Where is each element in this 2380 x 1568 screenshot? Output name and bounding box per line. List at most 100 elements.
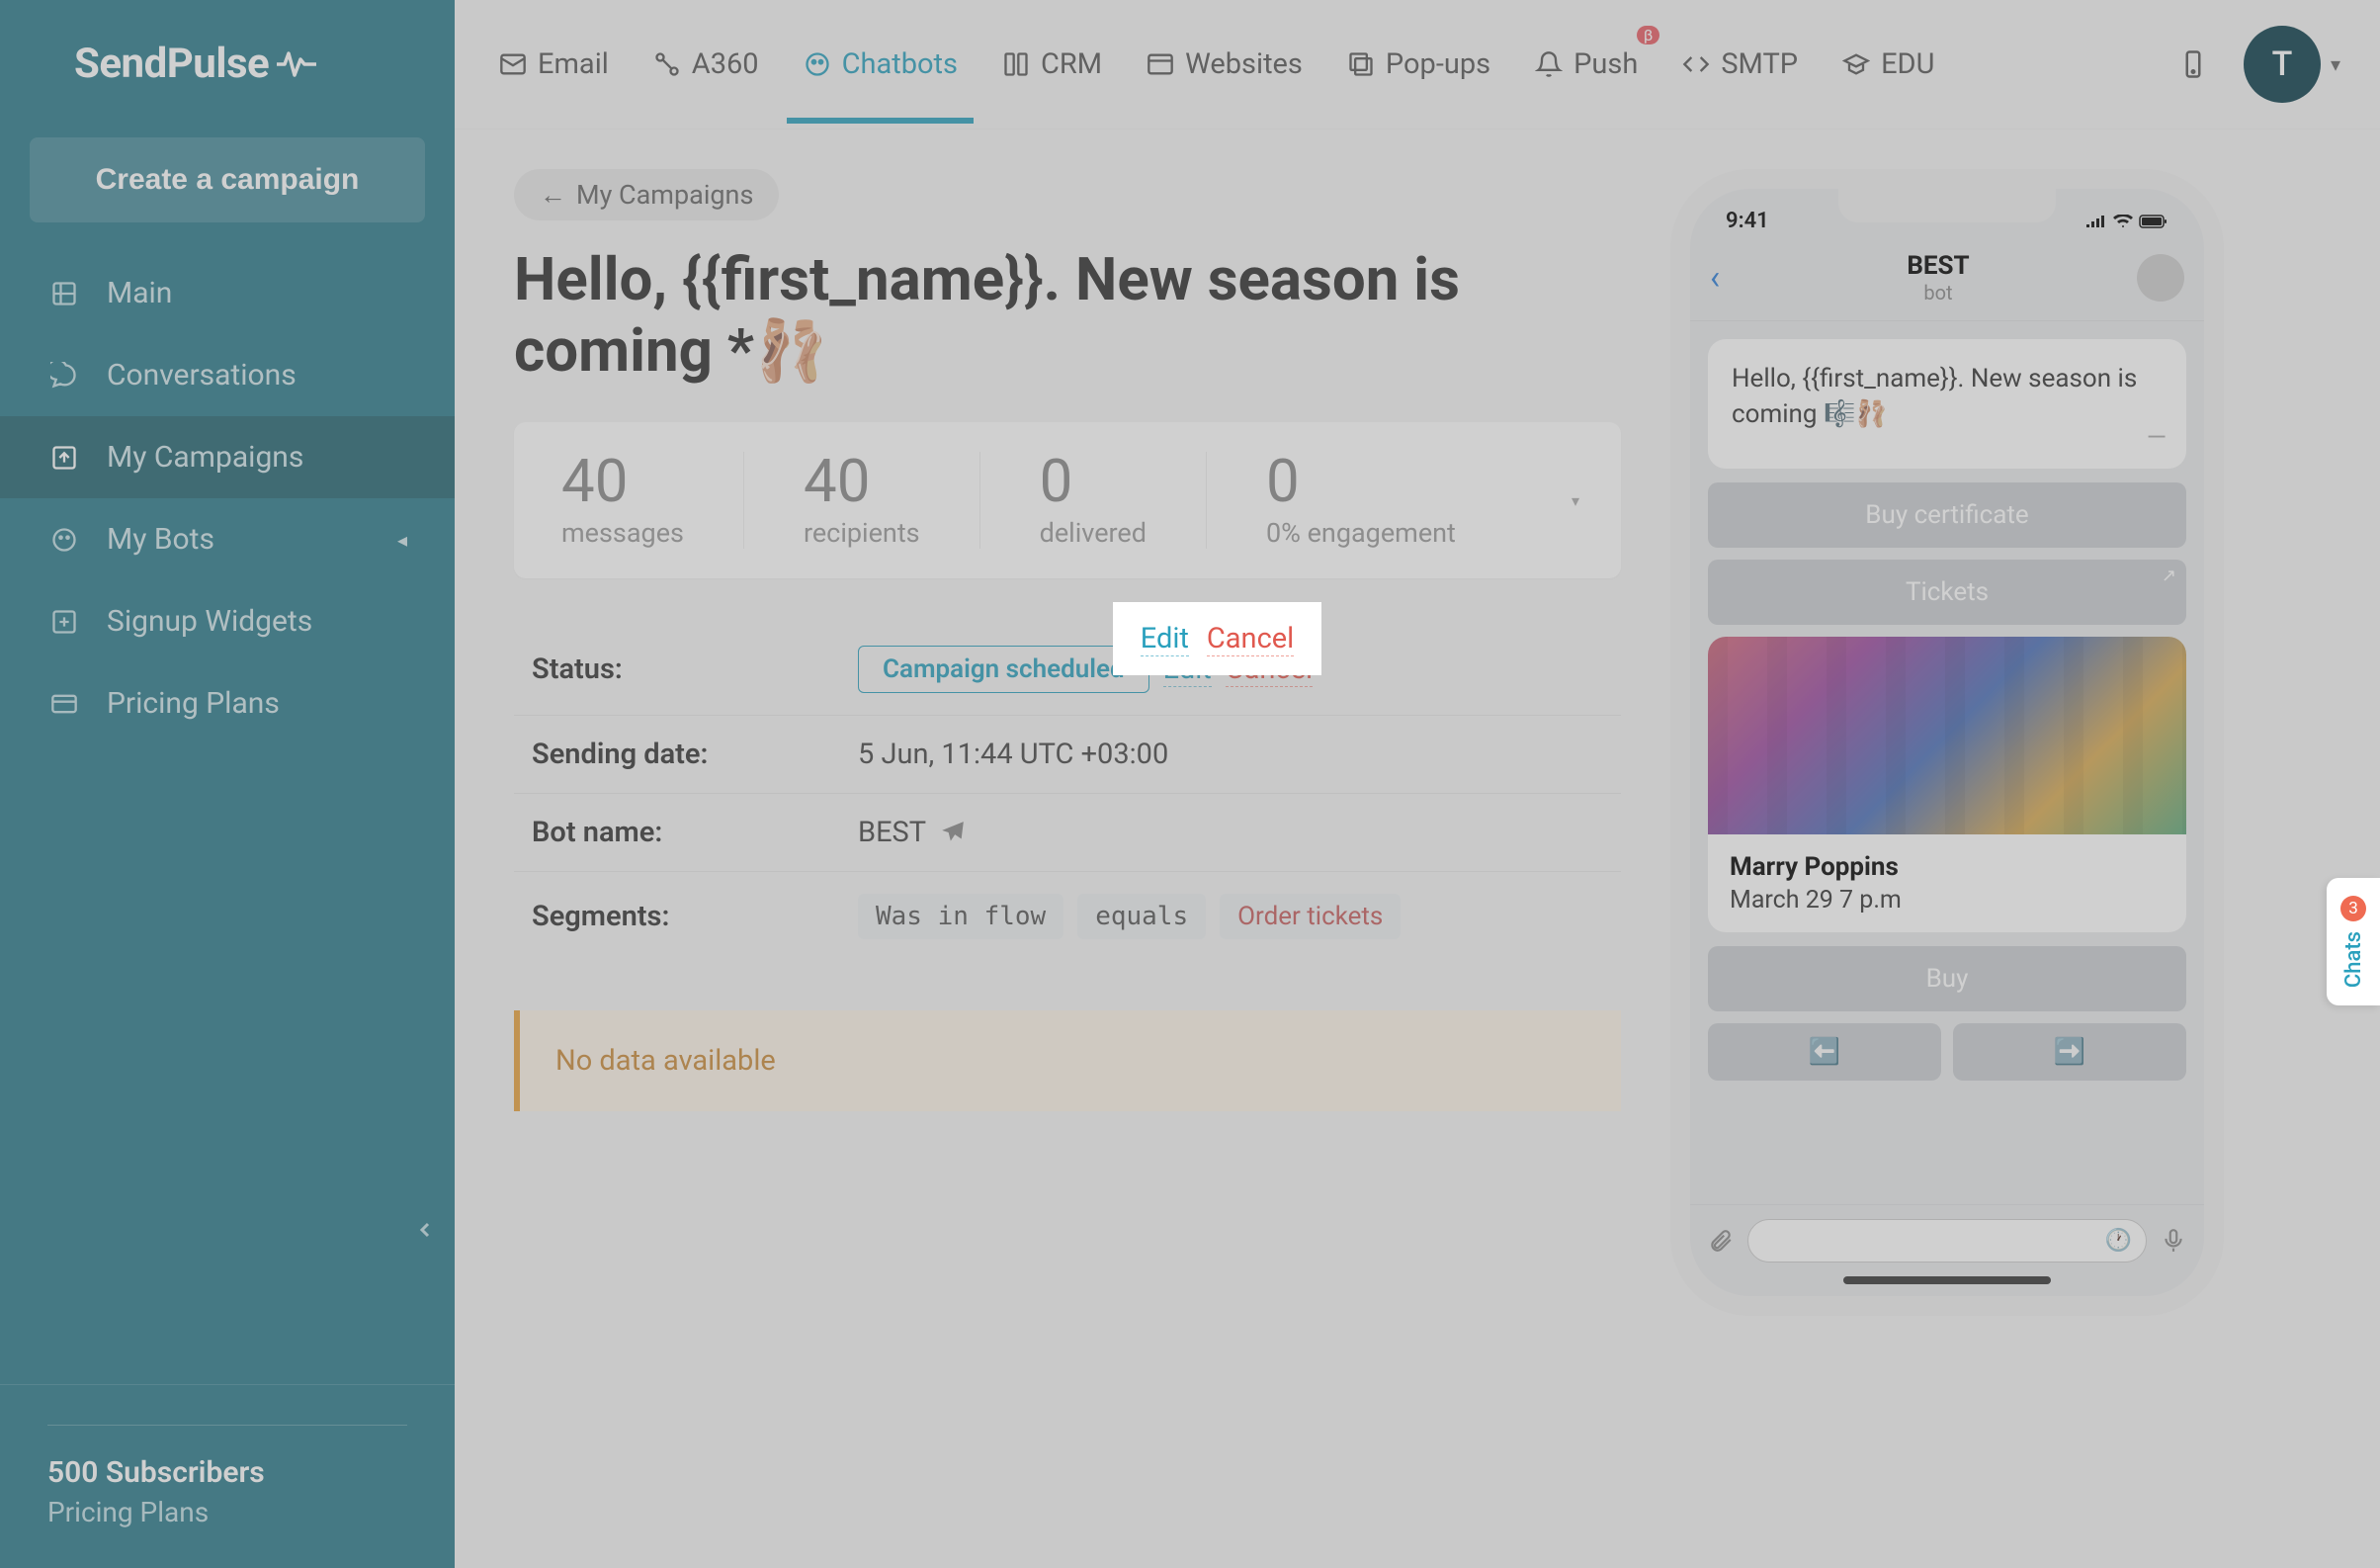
topnav-label: EDU <box>1881 47 1934 81</box>
bot-icon <box>47 523 81 557</box>
stat-engagement-label: 0% engagement <box>1266 517 1456 549</box>
network-icon <box>652 49 682 79</box>
chats-label: Chats <box>2341 931 2366 988</box>
topnav-label: Push <box>1573 47 1638 81</box>
topnav-label: CRM <box>1041 47 1102 81</box>
create-campaign-button[interactable]: Create a campaign <box>30 137 425 222</box>
mail-icon <box>498 49 528 79</box>
topnav-email[interactable]: Email <box>494 32 613 97</box>
home-indicator <box>1843 1276 2051 1284</box>
widget-icon <box>47 605 81 639</box>
phone-status-icons <box>2085 209 2168 233</box>
telegram-icon <box>940 820 966 845</box>
arrow-left-icon: ← <box>540 179 566 211</box>
segment-value: Order tickets <box>1220 894 1401 939</box>
edu-icon <box>1841 49 1871 79</box>
chatbot-icon <box>803 49 832 79</box>
brand-logo[interactable]: SendPulse <box>0 0 455 137</box>
phone-preview: 9:41 ‹ BEST bot <box>1670 169 2224 1316</box>
pulse-icon <box>277 49 316 79</box>
stats-card: 40 messages 40 recipients 0 delivered 0 0% e… <box>514 422 1621 578</box>
sidebar-item-label: My Bots <box>107 522 214 557</box>
user-avatar[interactable]: T <box>2244 26 2321 103</box>
bot-name-label: Bot name: <box>532 816 858 849</box>
sidebar-item-campaigns[interactable]: My Campaigns <box>0 416 455 498</box>
popup-icon <box>1346 49 1376 79</box>
card-icon <box>47 687 81 721</box>
sidebar-item-widgets[interactable]: Signup Widgets <box>0 580 455 662</box>
chats-count-badge: 3 <box>2340 896 2366 921</box>
stat-engagement-value: 0 <box>1266 452 1456 511</box>
stat-delivered-value: 0 <box>1040 452 1147 511</box>
crm-icon <box>1001 49 1031 79</box>
topnav-smtp[interactable]: SMTP <box>1677 32 1802 97</box>
attach-icon[interactable] <box>1708 1228 1734 1254</box>
tickets-button[interactable]: Tickets↗ <box>1708 560 2186 625</box>
breadcrumb-back[interactable]: ← My Campaigns <box>514 169 779 220</box>
mic-icon[interactable] <box>2161 1228 2186 1254</box>
phone-bot-name: BEST <box>1740 251 2137 281</box>
bell-icon <box>1534 49 1564 79</box>
topnav-label: SMTP <box>1721 47 1798 81</box>
message-bubble: Hello, {{first_name}}. New season is com… <box>1708 339 2186 469</box>
stat-messages-value: 40 <box>561 452 684 511</box>
chevron-left-icon: ◂ <box>397 528 407 552</box>
topnav-websites[interactable]: Websites <box>1142 32 1307 97</box>
beta-badge: β <box>1637 26 1659 44</box>
sending-date-value: 5 Jun, 11:44 UTC +03:00 <box>858 738 1603 771</box>
sidebar-item-pricing[interactable]: Pricing Plans <box>0 662 455 744</box>
sidebar-item-label: Main <box>107 276 172 310</box>
sidebar-item-bots[interactable]: My Bots ◂ <box>0 498 455 580</box>
bot-name-value: BEST <box>858 816 926 849</box>
phone-time: 9:41 <box>1726 209 1769 233</box>
topnav-label: Websites <box>1185 47 1303 81</box>
event-title: Marry Poppins <box>1730 852 2165 882</box>
sidebar-item-conversations[interactable]: Conversations <box>0 334 455 416</box>
message-input[interactable]: 🕐 <box>1747 1219 2147 1263</box>
prev-button[interactable]: ⬅️ <box>1708 1023 1941 1081</box>
clock-icon: 🕐 <box>2105 1229 2132 1254</box>
edit-link-highlight[interactable]: Edit <box>1141 622 1189 656</box>
sidebar-item-main[interactable]: Main <box>0 252 455 334</box>
pricing-link[interactable]: Pricing Plans <box>47 1496 407 1528</box>
dashboard-icon <box>47 277 81 310</box>
sending-date-label: Sending date: <box>532 738 858 771</box>
next-button[interactable]: ➡️ <box>1953 1023 2186 1081</box>
avatar-caret-icon[interactable]: ▾ <box>2331 52 2340 76</box>
stat-recipients-value: 40 <box>804 452 920 511</box>
external-icon: ↗ <box>2162 566 2176 586</box>
buy-certificate-button[interactable]: Buy certificate <box>1708 482 2186 548</box>
sidebar-item-label: Signup Widgets <box>107 604 312 639</box>
topnav-label: A360 <box>692 47 759 81</box>
topnav-edu[interactable]: EDU <box>1837 32 1938 97</box>
topnav-push[interactable]: Push β <box>1530 32 1642 97</box>
event-image <box>1708 637 2186 834</box>
topnav-crm[interactable]: CRM <box>997 32 1106 97</box>
brand-name: SendPulse <box>74 40 269 88</box>
stat-messages-label: messages <box>561 517 684 549</box>
topnav-popups[interactable]: Pop-ups <box>1342 32 1494 97</box>
topnav-chatbots[interactable]: Chatbots <box>799 32 962 97</box>
stat-delivered-label: delivered <box>1040 517 1147 549</box>
status-label: Status: <box>532 653 858 686</box>
phone-notch <box>1838 189 2056 222</box>
sidebar-collapse-button[interactable] <box>413 1218 437 1242</box>
phone-bot-sub: bot <box>1740 281 2137 305</box>
chats-side-tab[interactable]: 3 Chats <box>2327 878 2380 1005</box>
segment-operator: equals <box>1077 894 1206 939</box>
no-data-banner: No data available <box>514 1010 1621 1111</box>
status-badge: Campaign scheduled <box>858 646 1149 693</box>
upload-icon <box>47 441 81 475</box>
phone-back-icon[interactable]: ‹ <box>1710 258 1740 298</box>
website-icon <box>1146 49 1175 79</box>
topnav-label: Chatbots <box>842 47 958 81</box>
mobile-icon[interactable] <box>2178 49 2208 79</box>
topnav-a360[interactable]: A360 <box>648 32 763 97</box>
phone-bot-avatar[interactable] <box>2137 254 2184 302</box>
cancel-link-highlight[interactable]: Cancel <box>1207 622 1294 656</box>
buy-button[interactable]: Buy <box>1708 946 2186 1011</box>
topnav-label: Pop-ups <box>1386 47 1490 81</box>
stat-recipients-label: recipients <box>804 517 920 549</box>
stats-dropdown-caret[interactable]: ▾ <box>1572 491 1579 510</box>
highlight-actions: Edit Cancel <box>1113 602 1321 675</box>
